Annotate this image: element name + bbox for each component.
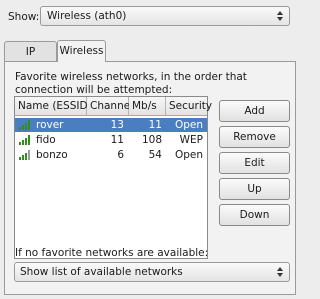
- signal-strength-icon: [19, 120, 31, 130]
- up-down-arrows-icon: [277, 11, 283, 21]
- network-row[interactable]: bonzo 6 54 Open: [15, 148, 207, 162]
- show-label: Show:: [8, 11, 40, 23]
- tab-ip-address[interactable]: IP Address: [4, 41, 57, 78]
- down-button[interactable]: Down: [219, 204, 290, 226]
- tab-wireless[interactable]: Wireless: [57, 40, 106, 62]
- network-mbps: 108: [141, 134, 162, 146]
- edit-button[interactable]: Edit: [219, 152, 290, 174]
- network-name: fido: [36, 134, 56, 146]
- network-channel: 6: [117, 149, 124, 161]
- network-name: rover: [36, 119, 64, 131]
- network-name: bonzo: [36, 149, 68, 161]
- up-down-arrows-icon: [277, 267, 283, 277]
- remove-button-label: Remove: [233, 131, 276, 143]
- interface-select-value: Wireless (ath0): [47, 10, 127, 22]
- network-row[interactable]: rover 13 11 Open: [15, 118, 207, 132]
- down-button-label: Down: [239, 209, 270, 221]
- up-button[interactable]: Up: [219, 178, 290, 200]
- add-button[interactable]: Add: [219, 100, 290, 122]
- network-channel: 11: [110, 134, 124, 146]
- signal-strength-icon: [19, 135, 31, 145]
- edit-button-label: Edit: [244, 157, 265, 169]
- signal-strength-icon: [19, 150, 31, 160]
- fallback-label: If no favorite networks are available:: [15, 247, 209, 259]
- network-row[interactable]: fido 11 108 WEP: [15, 133, 207, 147]
- remove-button[interactable]: Remove: [219, 126, 290, 148]
- up-button-label: Up: [247, 183, 262, 195]
- column-header-name[interactable]: Name (ESSID): [15, 97, 92, 116]
- column-header-mbps[interactable]: Mb/s: [129, 97, 166, 116]
- network-mbps: 11: [148, 119, 162, 131]
- interface-select[interactable]: Wireless (ath0): [40, 6, 290, 26]
- wireless-panel: Favorite wireless networks, in the order…: [4, 61, 296, 295]
- favorites-description: Favorite wireless networks, in the order…: [15, 71, 247, 96]
- column-header-security[interactable]: Security: [166, 97, 212, 116]
- column-header-channel[interactable]: Channel: [87, 97, 133, 116]
- favorite-networks-list[interactable]: Name (ESSID) Channel Mb/s Security rover…: [14, 96, 212, 259]
- network-channel: 13: [110, 119, 124, 131]
- network-security: Open: [174, 149, 203, 161]
- fallback-select[interactable]: Show list of available networks: [14, 262, 290, 282]
- fallback-select-value: Show list of available networks: [20, 266, 183, 278]
- network-security: WEP: [179, 134, 203, 146]
- network-mbps: 54: [148, 149, 162, 161]
- network-security: Open: [174, 119, 203, 131]
- add-button-label: Add: [244, 105, 265, 117]
